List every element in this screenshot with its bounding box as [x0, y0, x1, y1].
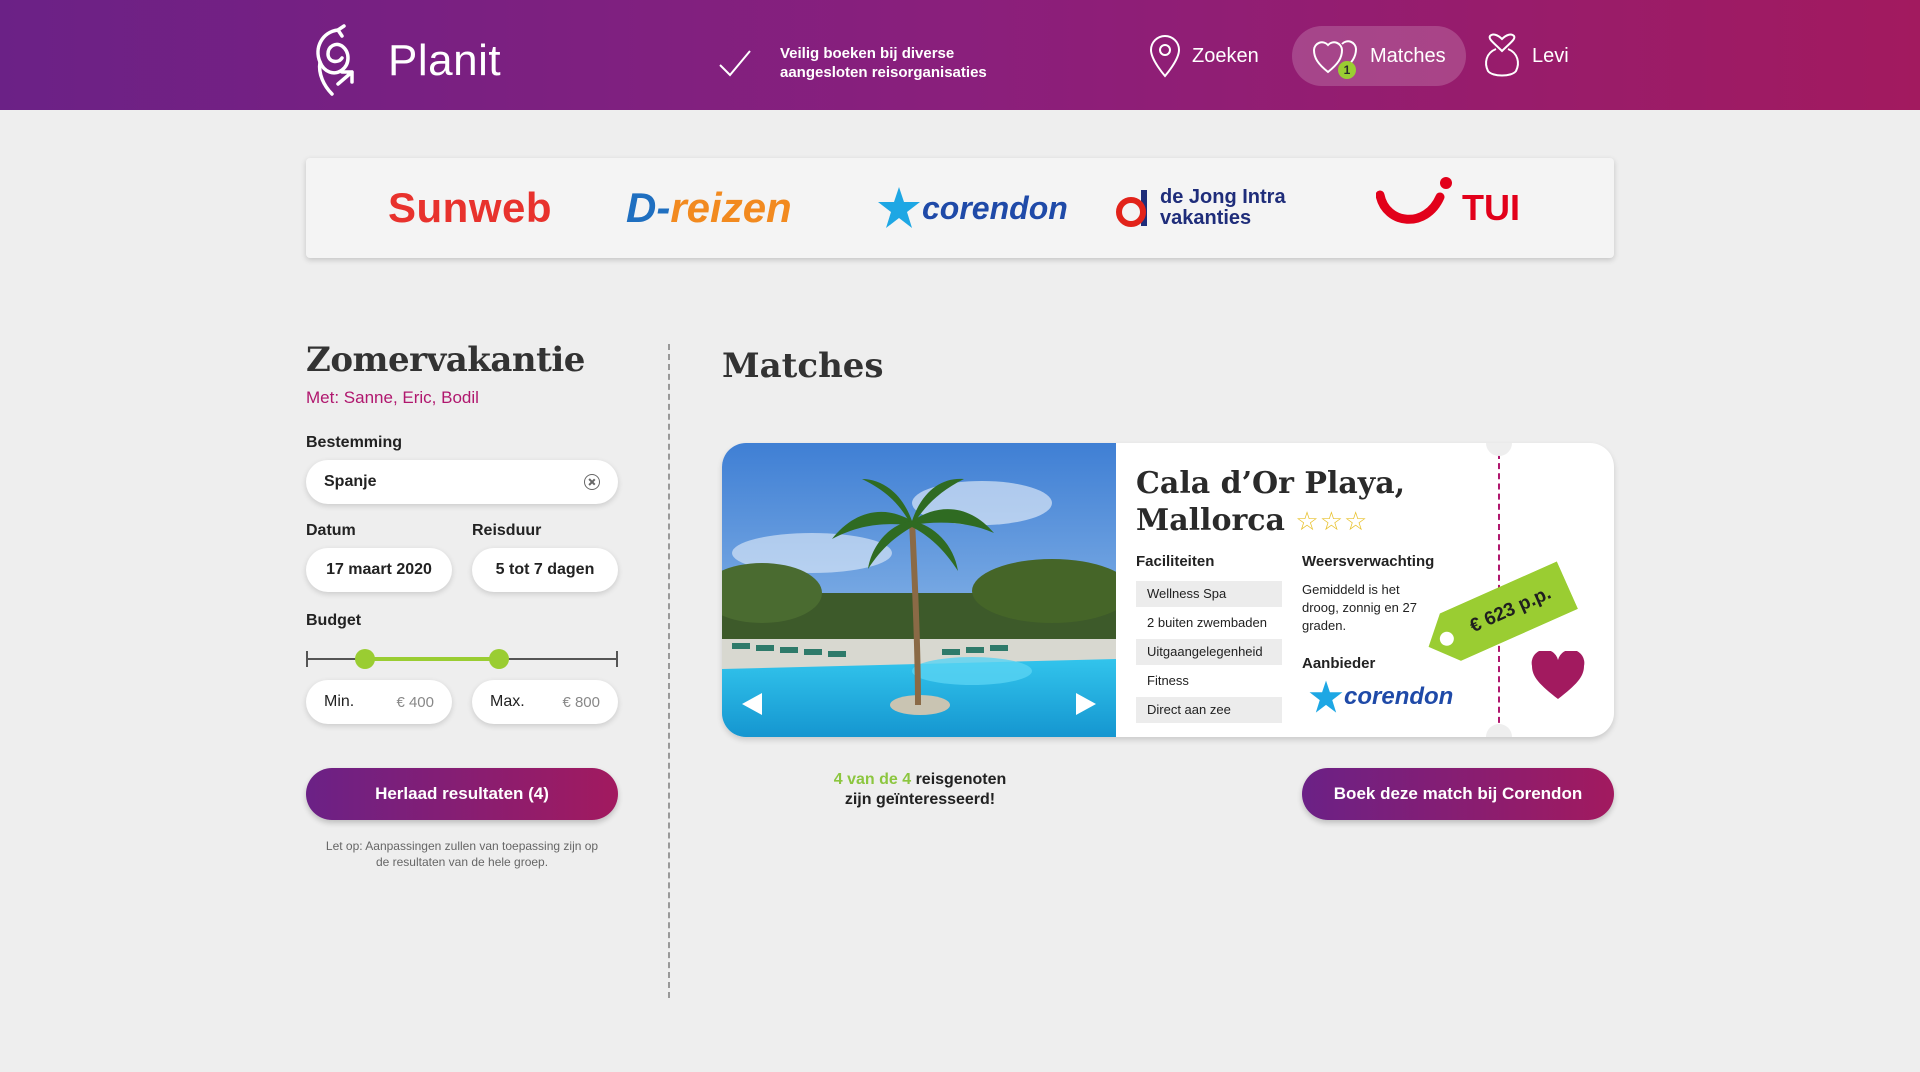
slider-max-handle[interactable] [489, 649, 510, 669]
facility-item: 2 buiten zwembaden [1147, 615, 1267, 630]
group-note: Let op: Aanpassingen zullen van toepassi… [325, 839, 599, 869]
top-bar: Planit Veilig boeken bij diverse aangesl… [0, 0, 1920, 110]
slider-range [365, 657, 500, 661]
ticket-notch-bottom [1486, 724, 1512, 737]
de-jong-intra-logo[interactable]: de Jong Intra vakanties [1114, 158, 1286, 258]
nav-label-levi: Levi [1532, 44, 1569, 67]
interest-count: 4 van de 4 [833, 771, 912, 788]
date-field[interactable]: 17 maart 2020 [306, 548, 452, 592]
partner-logos-bar: Sunweb D-reizen corendon de Jong Intra v… [306, 158, 1614, 258]
checkmark-icon [719, 50, 751, 77]
secure-line-2: aangesloten reisorganisaties [780, 64, 987, 81]
matches-count-badge: 1 [1338, 61, 1356, 79]
budget-min-label: Min. [324, 693, 355, 710]
nav-zoeken[interactable]: Zoeken [1128, 26, 1279, 86]
corendon-logo[interactable]: corendon [876, 158, 1068, 258]
hotel-photo [722, 443, 1116, 737]
nav-label-matches: Matches [1370, 44, 1446, 67]
matches-title: Matches [722, 346, 884, 386]
secure-line-1: Veilig boeken bij diverse [780, 45, 955, 62]
destination-value: Spanje [324, 473, 377, 490]
budget-min-field[interactable]: Min. € 400 [306, 680, 452, 724]
planit-logo-icon [316, 24, 354, 96]
clear-icon[interactable] [584, 474, 600, 490]
budget-min-value: € 400 [396, 693, 434, 711]
slider-start-cap [306, 651, 308, 667]
duration-field[interactable]: 5 tot 7 dagen [472, 548, 618, 592]
nav-label-zoeken: Zoeken [1192, 44, 1259, 67]
star-icon [1309, 680, 1343, 713]
facility-item: Wellness Spa [1136, 581, 1282, 607]
budget-max-label: Max. [490, 693, 525, 710]
weather-text: Gemiddeld is het droog, zonnig en 27 gra… [1302, 582, 1417, 633]
budget-label: Budget [306, 612, 362, 629]
interest-status: 4 van de 4 reisgenoten zijn geïnteressee… [833, 771, 1007, 808]
planit-logo[interactable]: Planit [308, 24, 501, 98]
duration-label: Reisduur [472, 522, 542, 539]
budget-max-value: € 800 [562, 693, 600, 711]
facilities-label: Faciliteiten [1136, 553, 1215, 570]
destination-label: Bestemming [306, 434, 403, 451]
weather-label: Weersverwachting [1302, 553, 1435, 570]
reload-results-button[interactable]: Herlaad resultaten (4) [306, 768, 618, 820]
nav-levi[interactable]: Levi [1462, 26, 1589, 86]
brand-name: Planit [388, 36, 502, 85]
duration-value: 5 tot 7 dagen [495, 561, 595, 578]
hotel-photo-image [722, 443, 1116, 737]
user-heart-icon [1485, 33, 1519, 77]
facility-item: Uitgaangelegenheid [1136, 639, 1282, 665]
provider-label: Aanbieder [1302, 655, 1376, 672]
slider-min-handle[interactable] [355, 649, 376, 669]
section-divider [668, 344, 670, 998]
hotel-name: Cala d’Or Playa, Mallorca ☆☆☆ [1136, 466, 1406, 538]
slider-end-cap [616, 651, 618, 667]
book-match-button[interactable]: Boek deze match bij Corendon [1302, 768, 1614, 820]
nav-matches[interactable]: Matches [1292, 26, 1466, 86]
favorite-heart-icon[interactable] [1530, 651, 1586, 701]
secure-booking-note: Veilig boeken bij diverse aangesloten re… [718, 44, 987, 82]
date-label: Datum [306, 522, 356, 539]
location-pin-icon [1149, 35, 1181, 78]
de-jong-mark-icon [1116, 190, 1147, 227]
match-card[interactable]: Cala d’Or Playa, Mallorca ☆☆☆ Faciliteit… [722, 443, 1614, 737]
trip-title: Zomervakantie [306, 340, 585, 380]
trip-companions: Met: Sanne, Eric, Bodil [306, 388, 479, 407]
budget-max-field[interactable]: Max. € 800 [472, 680, 618, 724]
tui-smile-icon [1376, 177, 1452, 224]
star-rating: ☆☆☆ [1295, 507, 1369, 537]
budget-slider[interactable] [306, 644, 618, 674]
facility-item: Direct aan zee [1136, 697, 1282, 723]
provider-logo: corendon [1308, 679, 1453, 715]
destination-field[interactable]: Spanje [306, 460, 618, 504]
tui-logo[interactable]: TUI [1376, 158, 1520, 258]
d-reizen-logo[interactable]: D-reizen [626, 158, 792, 258]
sunweb-logo[interactable]: Sunweb [388, 158, 552, 258]
next-photo-arrow[interactable] [1076, 693, 1096, 715]
facilities-list: Wellness Spa 2 buiten zwembaden Uitgaang… [1136, 581, 1282, 726]
trip-filter-panel: Zomervakantie Met: Sanne, Eric, Bodil Be… [306, 340, 618, 869]
facility-item: Fitness [1147, 673, 1189, 688]
date-value: 17 maart 2020 [326, 561, 432, 578]
previous-photo-arrow[interactable] [742, 693, 762, 715]
star-icon [878, 187, 920, 228]
ticket-notch-top [1486, 443, 1512, 456]
